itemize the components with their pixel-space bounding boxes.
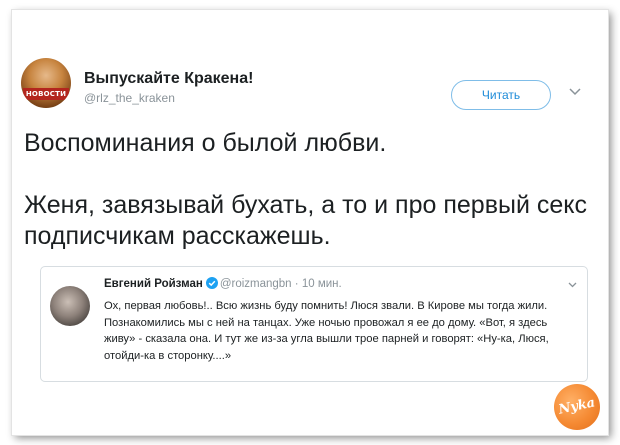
quoted-avatar[interactable] (50, 286, 90, 326)
quoted-body: Ох, первая любовь!.. Всю жизнь буду помн… (104, 300, 549, 362)
quoted-handle[interactable]: @roizmangbn (220, 278, 292, 290)
tweet-text-line-2: Женя, завязывай бухать, а то и про первы… (24, 191, 587, 250)
verified-badge-icon (205, 277, 218, 289)
chevron-down-icon[interactable] (568, 84, 582, 98)
tweet-text-line-1: Воспоминания о былой любви. (24, 129, 387, 157)
quoted-header: Евгений Ройзман @roizmangbn · 10 мин. (104, 277, 342, 290)
tweet-text: Воспоминания о былой любви. Женя, завязы… (24, 128, 604, 252)
quoted-time[interactable]: 10 мин. (302, 278, 342, 290)
quoted-chevron-down-icon[interactable] (567, 279, 578, 290)
avatar[interactable]: НОВОСТИ (21, 58, 71, 108)
user-handle[interactable]: @rlz_the_kraken (84, 91, 175, 105)
display-name[interactable]: Выпускайте Кракена! (84, 70, 253, 88)
avatar-badge-text: НОВОСТИ (23, 88, 69, 100)
quoted-name[interactable]: Евгений Ройзман (104, 278, 203, 290)
quoted-separator: · (294, 278, 299, 290)
quoted-tweet[interactable]: Евгений Ройзман @roizmangbn · 10 мин. Ох,… (40, 266, 588, 382)
follow-button[interactable]: Читать (451, 80, 551, 110)
watermark-text: Nyka (557, 395, 597, 418)
